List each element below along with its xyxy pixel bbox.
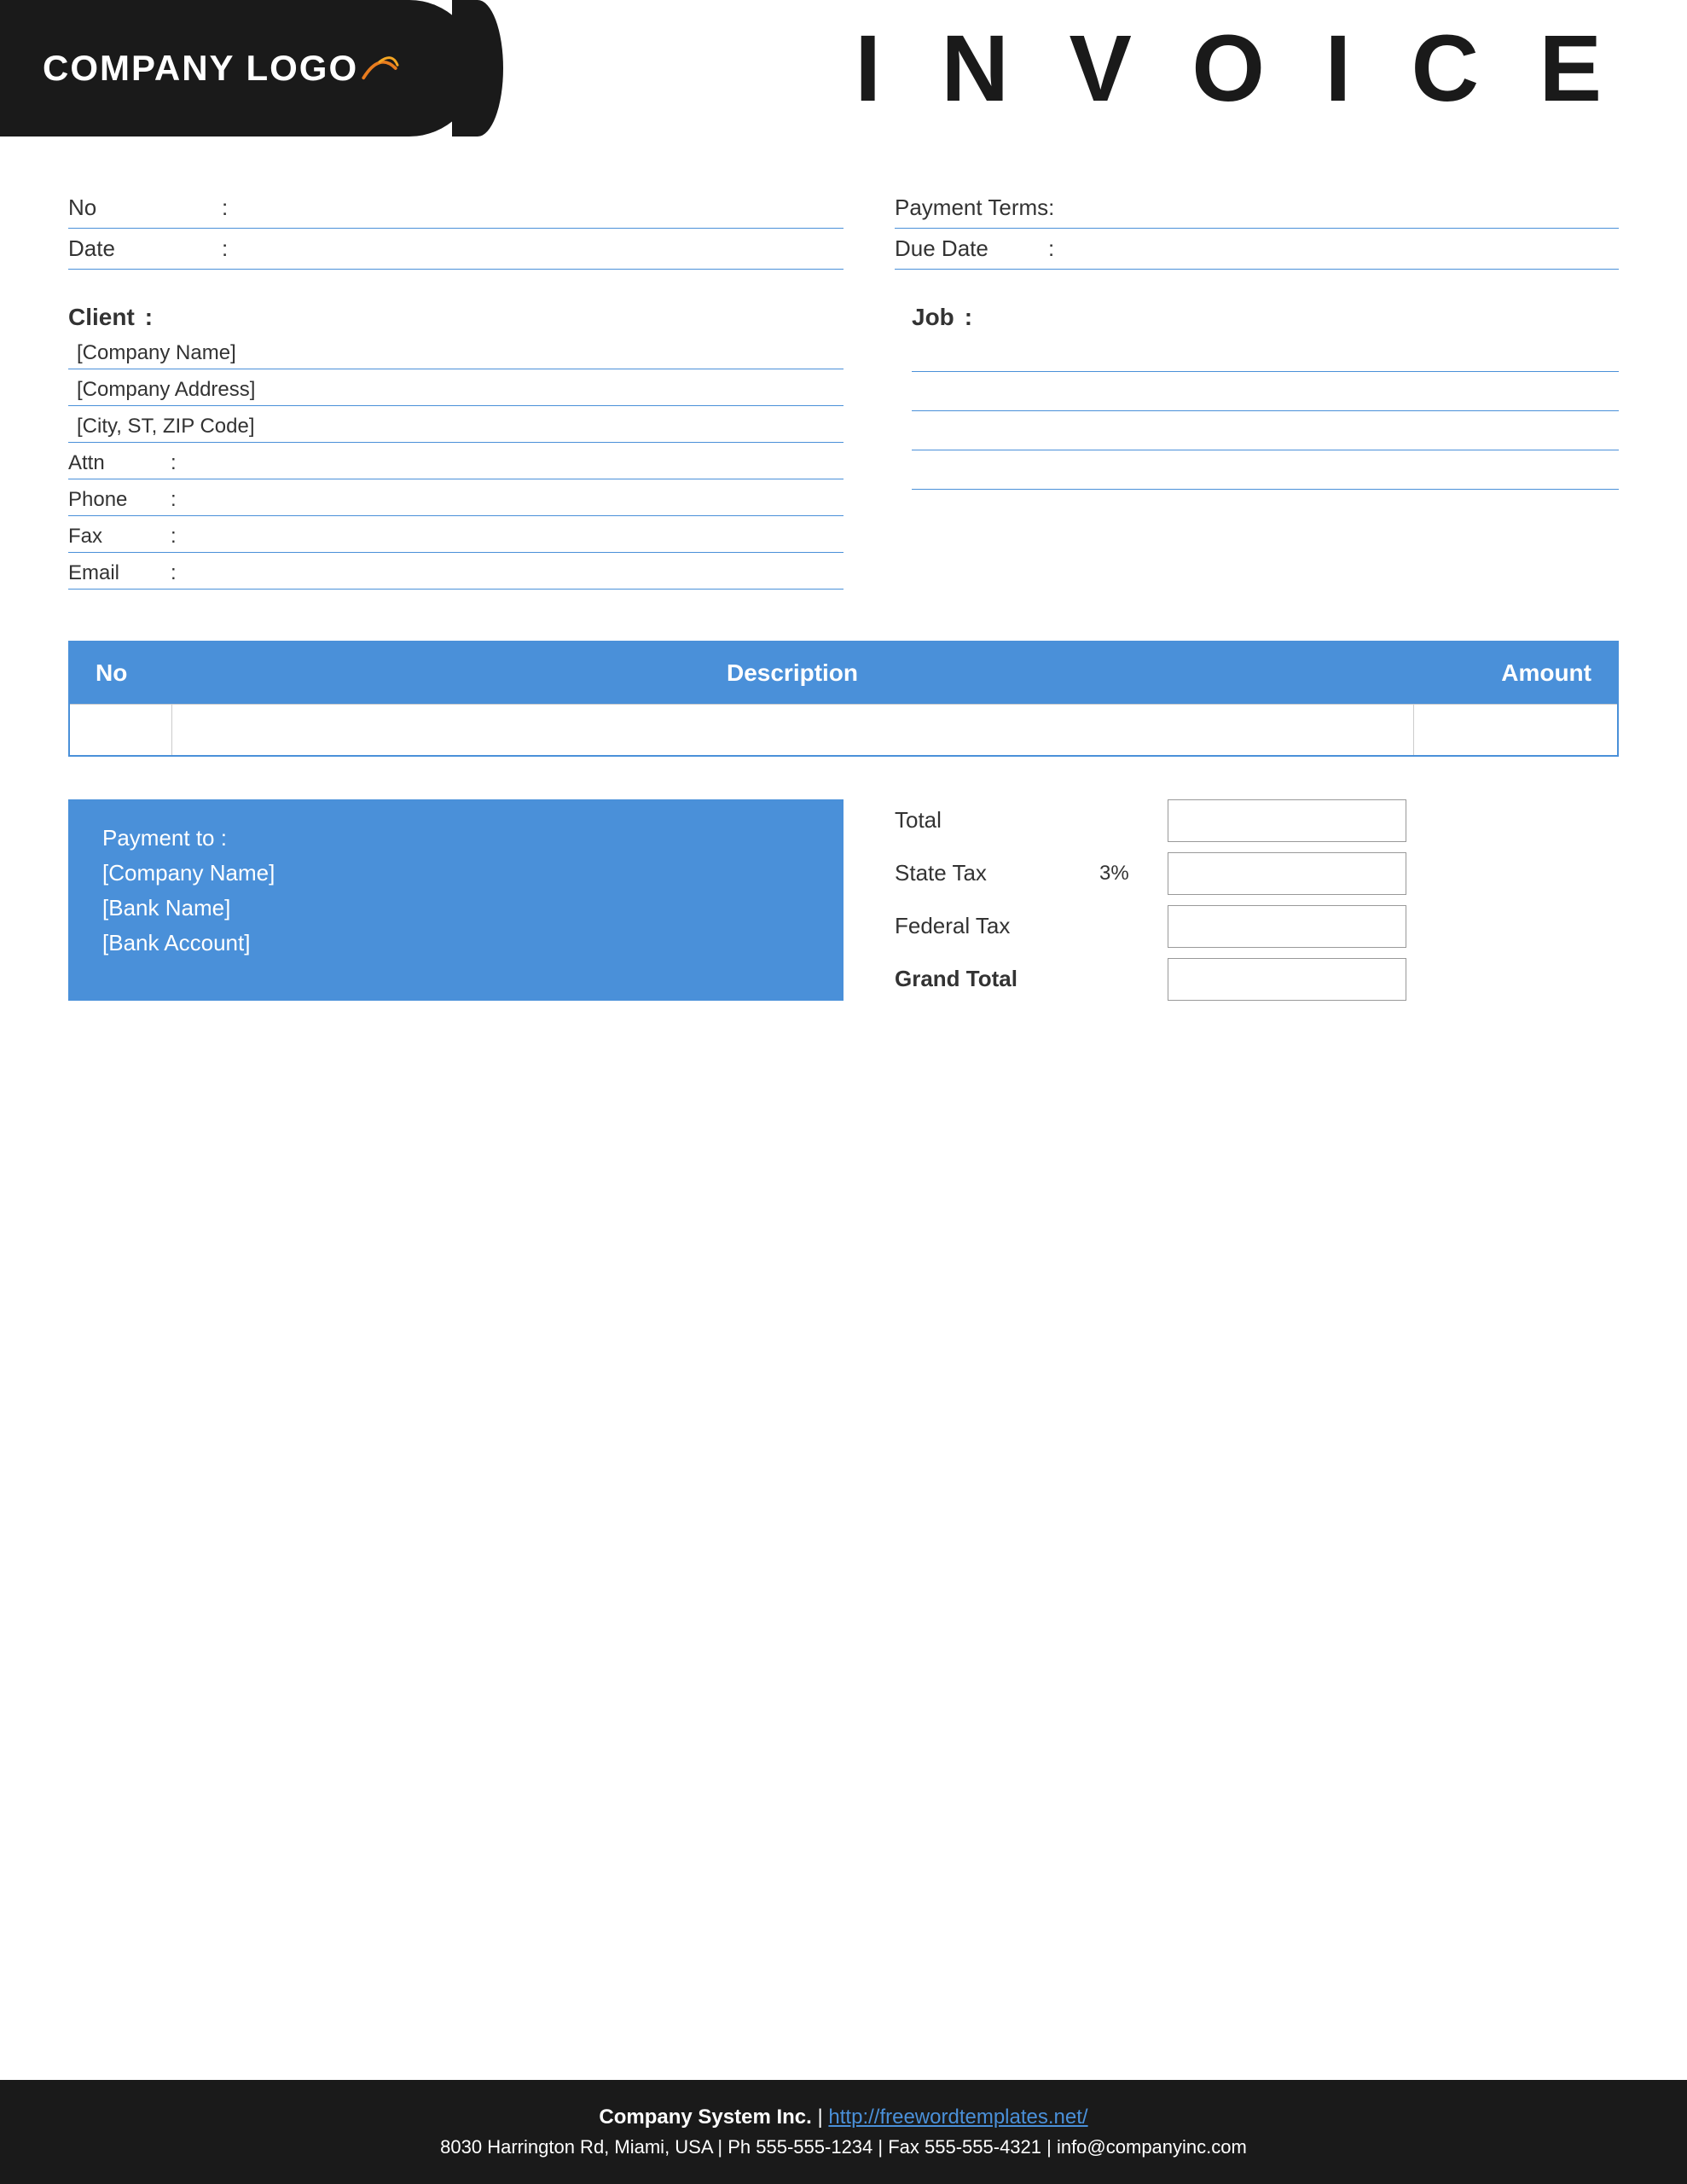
client-header: Client : (68, 304, 844, 331)
invoice-table: No Description Amount (68, 641, 1619, 757)
client-job-section: Client : [Company Name] [Company Address… (68, 304, 1619, 598)
footer-line1: Company System Inc. | http://freewordtem… (34, 2106, 1653, 2129)
client-colon: : (145, 304, 153, 331)
phone-label: Phone (68, 488, 171, 512)
due-date-colon: : (1048, 235, 1054, 262)
attn-colon: : (171, 451, 177, 475)
table-cell-amount (1413, 705, 1618, 756)
attn-value (183, 451, 844, 475)
due-date-row: Due Date : (895, 229, 1619, 270)
fax-value (183, 525, 844, 549)
invoice-title: I N V O I C E (855, 15, 1619, 123)
table-empty-row (69, 705, 1618, 756)
col-description: Description (171, 642, 1413, 705)
grand-total-label: Grand Total (895, 966, 1082, 992)
total-label: Total (895, 807, 1082, 834)
city-zip-value: [City, ST, ZIP Code] (77, 415, 255, 438)
date-row: Date : (68, 229, 844, 270)
main-content: No : Date : Payment Terms : Due Date : (0, 136, 1687, 1103)
no-colon: : (222, 195, 228, 221)
email-label: Email (68, 561, 171, 585)
attn-field: Attn : (68, 451, 844, 479)
total-value-box (1168, 799, 1406, 842)
footer-section: Payment to : [Company Name] [Bank Name] … (68, 799, 1619, 1001)
table-cell-no (69, 705, 171, 756)
meta-right: Payment Terms : Due Date : (844, 188, 1619, 270)
grand-total-row: Grand Total (895, 958, 1619, 1001)
company-name-value: [Company Name] (77, 341, 236, 364)
no-label: No (68, 195, 222, 221)
phone-colon: : (171, 488, 177, 512)
table-header: No Description Amount (69, 642, 1618, 705)
client-label: Client (68, 304, 135, 331)
page-footer: Company System Inc. | http://freewordtem… (0, 2080, 1687, 2184)
logo-arc-icon (358, 55, 401, 81)
company-logo-text: COMPANY LOGO (43, 48, 358, 89)
header: COMPANY LOGO I N V O I C E (0, 0, 1687, 136)
company-name-field: [Company Name] (68, 341, 844, 369)
phone-value (183, 488, 844, 512)
payment-terms-label: Payment Terms (895, 195, 1048, 221)
grand-total-value-box (1168, 958, 1406, 1001)
federal-tax-row: Federal Tax (895, 905, 1619, 948)
job-block: Job : (844, 304, 1619, 598)
col-no: No (69, 642, 171, 705)
email-field: Email : (68, 561, 844, 590)
footer-company-bold: Company System Inc. (599, 2106, 811, 2129)
table-header-row: No Description Amount (69, 642, 1618, 705)
job-colon: : (965, 304, 972, 331)
company-address-field: [Company Address] (68, 378, 844, 406)
state-tax-percent: 3% (1099, 862, 1151, 886)
payment-terms-colon: : (1048, 195, 1054, 221)
invoice-title-area: I N V O I C E (478, 0, 1687, 136)
phone-field: Phone : (68, 488, 844, 516)
city-zip-field: [City, ST, ZIP Code] (68, 415, 844, 443)
payment-header: Payment to : (102, 825, 809, 851)
date-label: Date (68, 235, 222, 262)
no-row: No : (68, 188, 844, 229)
footer-link: http://freewordtemplates.net/ (828, 2106, 1087, 2129)
col-amount: Amount (1413, 642, 1618, 705)
job-line-1 (912, 341, 1619, 372)
attn-label: Attn (68, 451, 171, 475)
job-header: Job : (912, 304, 1619, 331)
job-line-3 (912, 420, 1619, 450)
payment-bank-account: [Bank Account] (102, 930, 809, 956)
fax-field: Fax : (68, 525, 844, 553)
payment-terms-row: Payment Terms : (895, 188, 1619, 229)
job-label: Job (912, 304, 954, 331)
state-tax-row: State Tax 3% (895, 852, 1619, 895)
payment-block: Payment to : [Company Name] [Bank Name] … (68, 799, 844, 1001)
due-date-label: Due Date (895, 235, 1048, 262)
email-value (183, 561, 844, 585)
email-colon: : (171, 561, 177, 585)
meta-section: No : Date : Payment Terms : Due Date : (68, 188, 1619, 270)
federal-tax-value-box (1168, 905, 1406, 948)
state-tax-value-box (1168, 852, 1406, 895)
table-body (69, 705, 1618, 756)
company-address-value: [Company Address] (77, 378, 255, 401)
date-colon: : (222, 235, 228, 262)
footer-line2: 8030 Harrington Rd, Miami, USA | Ph 555-… (34, 2136, 1653, 2158)
job-line-2 (912, 380, 1619, 411)
state-tax-label: State Tax (895, 860, 1082, 886)
payment-company-name: [Company Name] (102, 860, 809, 886)
meta-left: No : Date : (68, 188, 844, 270)
job-line-4 (912, 459, 1619, 490)
totals-block: Total State Tax 3% Federal Tax Grand Tot… (844, 799, 1619, 1001)
table-cell-description (171, 705, 1413, 756)
federal-tax-label: Federal Tax (895, 913, 1082, 939)
footer-separator: | (818, 2106, 829, 2129)
total-row: Total (895, 799, 1619, 842)
payment-bank-name: [Bank Name] (102, 895, 809, 921)
fax-colon: : (171, 525, 177, 549)
logo-area: COMPANY LOGO (0, 0, 478, 136)
client-block: Client : [Company Name] [Company Address… (68, 304, 844, 598)
fax-label: Fax (68, 525, 171, 549)
